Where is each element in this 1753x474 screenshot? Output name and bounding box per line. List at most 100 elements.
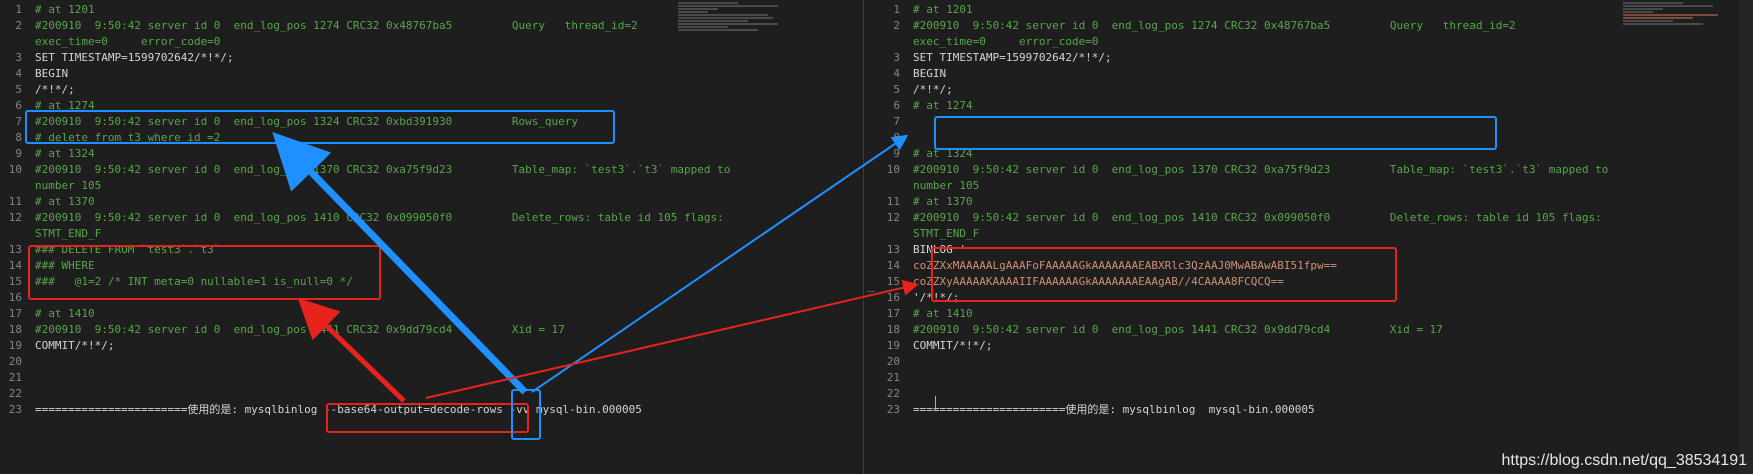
code-line[interactable]: 23 =======================使用的是: mysqlbinl… bbox=[878, 402, 1753, 418]
line-text: BEGIN bbox=[35, 66, 68, 82]
code-line[interactable]: 12 #200910 9:50:42 server id 0 end_log_po… bbox=[0, 210, 863, 226]
line-text: #200910 9:50:42 server id 0 end_log_pos … bbox=[913, 210, 1602, 226]
code-token: # at 1324 bbox=[35, 147, 95, 160]
code-line[interactable]: exec_time=0 error_code=0 bbox=[878, 34, 1753, 50]
line-number: 21 bbox=[886, 371, 900, 384]
line-number: 7 bbox=[15, 115, 22, 128]
line-number: 5 bbox=[893, 83, 900, 96]
vertical-scrollbar[interactable] bbox=[1739, 0, 1753, 474]
code-token: /*!*/; bbox=[35, 83, 75, 96]
line-number: 3 bbox=[15, 51, 22, 64]
line-number: 11 bbox=[8, 195, 22, 208]
code-line[interactable]: 12 #200910 9:50:42 server id 0 end_log_po… bbox=[878, 210, 1753, 226]
code-line[interactable]: 19 COMMIT/*!*/; bbox=[0, 338, 863, 354]
line-text: #200910 9:50:42 server id 0 end_log_pos … bbox=[35, 210, 724, 226]
code-line[interactable]: 4 BEGIN bbox=[0, 66, 863, 82]
code-line[interactable]: number 105 bbox=[878, 178, 1753, 194]
code-token: exec_time=0 error_code=0 bbox=[913, 35, 1099, 48]
line-text: BEGIN bbox=[913, 66, 946, 82]
pane-splitter[interactable] bbox=[863, 0, 879, 474]
code-line[interactable]: 20 bbox=[878, 354, 1753, 370]
line-number: 4 bbox=[893, 67, 900, 80]
line-text: #200910 9:50:42 server id 0 end_log_pos … bbox=[913, 18, 1516, 34]
minimap-right[interactable] bbox=[1623, 2, 1733, 50]
line-number: 3 bbox=[893, 51, 900, 64]
line-number: 1 bbox=[893, 3, 900, 16]
code-line[interactable]: 1 # at 1201 bbox=[878, 2, 1753, 18]
code-token: =======================使用的是: mysqlbinlog… bbox=[913, 403, 1315, 416]
code-token: #200910 9:50:42 server id 0 end_log_pos … bbox=[913, 163, 1609, 176]
code-line[interactable]: 22 bbox=[0, 386, 863, 402]
code-line[interactable]: 19 COMMIT/*!*/; bbox=[878, 338, 1753, 354]
line-number: 14 bbox=[8, 259, 22, 272]
code-line[interactable]: 11 # at 1370 bbox=[0, 194, 863, 210]
code-token: BEGIN bbox=[35, 67, 69, 80]
line-number: 23 bbox=[886, 403, 900, 416]
code-line[interactable]: 4 BEGIN bbox=[878, 66, 1753, 82]
code-token: #200910 9:50:42 server id 0 end_log_pos … bbox=[913, 19, 1516, 32]
line-text: #200910 9:50:42 server id 0 end_log_pos … bbox=[913, 322, 1443, 338]
code-line[interactable]: 2 #200910 9:50:42 server id 0 end_log_pos… bbox=[878, 18, 1753, 34]
line-number: 13 bbox=[886, 243, 900, 256]
code-line[interactable]: 3 SET TIMESTAMP=1599702642/*!*/; bbox=[0, 50, 863, 66]
minimap-left[interactable] bbox=[678, 2, 788, 50]
line-number: 17 bbox=[886, 307, 900, 320]
line-text: STMT_END_F bbox=[35, 226, 101, 242]
line-number: 2 bbox=[15, 19, 22, 32]
code-line[interactable]: 6 # at 1274 bbox=[878, 98, 1753, 114]
line-number: 21 bbox=[8, 371, 22, 384]
code-token: COMMIT/*!*/; bbox=[35, 339, 115, 352]
line-text: # at 1410 bbox=[913, 306, 973, 322]
code-token: number 105 bbox=[913, 179, 980, 192]
line-number: 12 bbox=[8, 211, 22, 224]
code-line[interactable]: 20 bbox=[0, 354, 863, 370]
code-line[interactable]: 10 #200910 9:50:42 server id 0 end_log_po… bbox=[878, 162, 1753, 178]
code-token: number 105 bbox=[35, 179, 102, 192]
code-line[interactable]: 5 /*!*/; bbox=[878, 82, 1753, 98]
line-number: 19 bbox=[8, 339, 22, 352]
code-token: STMT_END_F bbox=[913, 227, 980, 240]
code-line[interactable]: 18 #200910 9:50:42 server id 0 end_log_po… bbox=[0, 322, 863, 338]
line-number: 16 bbox=[886, 291, 900, 304]
code-token: # at 1410 bbox=[35, 307, 95, 320]
code-line[interactable]: number 105 bbox=[0, 178, 863, 194]
line-number: 9 bbox=[893, 147, 900, 160]
code-token: COMMIT/*!*/; bbox=[913, 339, 993, 352]
line-text: exec_time=0 error_code=0 bbox=[35, 34, 220, 50]
line-number: 6 bbox=[893, 99, 900, 112]
code-line[interactable]: 10 #200910 9:50:42 server id 0 end_log_po… bbox=[0, 162, 863, 178]
code-line[interactable]: STMT_END_F bbox=[0, 226, 863, 242]
line-number: 19 bbox=[886, 339, 900, 352]
line-number: 23 bbox=[8, 403, 22, 416]
code-line[interactable]: 21 bbox=[0, 370, 863, 386]
line-number: 5 bbox=[15, 83, 22, 96]
code-line[interactable]: 21 bbox=[878, 370, 1753, 386]
code-token: /*!*/; bbox=[913, 83, 953, 96]
annotation-box-vv-flag bbox=[511, 389, 541, 440]
code-token: # at 1274 bbox=[913, 99, 973, 112]
code-line[interactable]: 17 # at 1410 bbox=[0, 306, 863, 322]
line-number: 10 bbox=[8, 163, 22, 176]
line-text: /*!*/; bbox=[913, 82, 953, 98]
code-line[interactable]: 17 # at 1410 bbox=[878, 306, 1753, 322]
code-line[interactable]: 9 # at 1324 bbox=[0, 146, 863, 162]
line-number: 16 bbox=[8, 291, 22, 304]
code-token: SET TIMESTAMP=1599702642/*!*/; bbox=[35, 51, 234, 64]
line-text: # at 1370 bbox=[913, 194, 973, 210]
editor-pane-right[interactable]: 1 # at 1201 2 #200910 9:50:42 server id 0 e… bbox=[878, 0, 1753, 474]
line-number: 13 bbox=[8, 243, 22, 256]
annotation-box-binlog-base64 bbox=[931, 247, 1397, 302]
code-line[interactable]: STMT_END_F bbox=[878, 226, 1753, 242]
code-token: BEGIN bbox=[913, 67, 947, 80]
line-text: #200910 9:50:42 server id 0 end_log_pos … bbox=[35, 322, 565, 338]
code-token: # at 1370 bbox=[35, 195, 95, 208]
code-line[interactable]: 11 # at 1370 bbox=[878, 194, 1753, 210]
code-token: #200910 9:50:42 server id 0 end_log_pos … bbox=[35, 323, 565, 336]
line-number: 4 bbox=[15, 67, 22, 80]
code-line[interactable]: 5 /*!*/; bbox=[0, 82, 863, 98]
line-text: COMMIT/*!*/; bbox=[35, 338, 114, 354]
code-line[interactable]: 3 SET TIMESTAMP=1599702642/*!*/; bbox=[878, 50, 1753, 66]
code-line[interactable]: 18 #200910 9:50:42 server id 0 end_log_po… bbox=[878, 322, 1753, 338]
code-token: exec_time=0 error_code=0 bbox=[35, 35, 221, 48]
code-line[interactable]: 22 bbox=[878, 386, 1753, 402]
